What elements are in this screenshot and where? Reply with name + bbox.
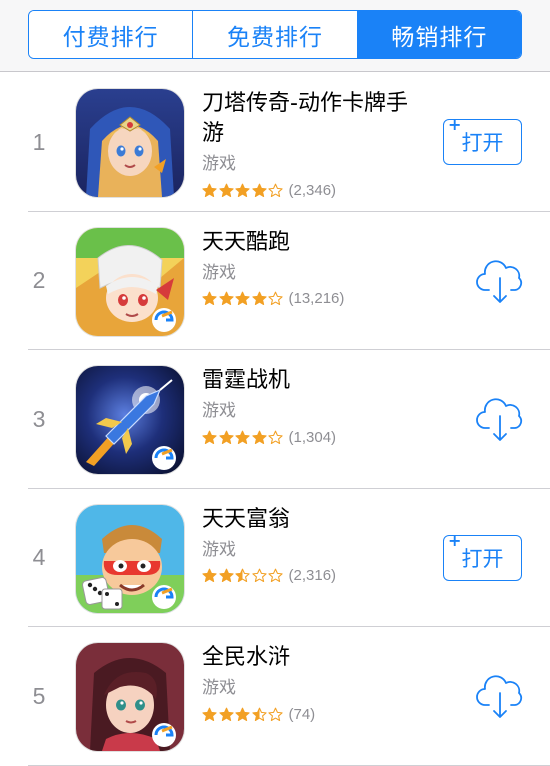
list-item[interactable]: 2 天天酷跑 游戏 (13,216) <box>0 212 550 351</box>
app-rating: (1,304) <box>202 426 422 448</box>
rank-number: 2 <box>32 267 46 294</box>
tiantian-fuweng-icon[interactable] <box>76 504 184 613</box>
app-info: 天天酷跑 游戏 (13,216) <box>202 228 422 310</box>
star-full-icon <box>218 183 234 197</box>
star-full-icon <box>251 430 267 444</box>
leiting-zhanji-icon[interactable] <box>76 366 184 474</box>
rank-number: 4 <box>32 544 46 571</box>
tiantian-kupao-icon[interactable] <box>76 227 184 336</box>
open-button-label: 打开 <box>461 131 504 155</box>
star-rating <box>202 707 285 722</box>
star-full-icon <box>251 291 267 306</box>
rank-number: 3 <box>32 405 46 432</box>
star-half-icon <box>251 707 267 721</box>
app-info: 雷霆战机 游戏 (1,304) <box>202 366 422 448</box>
tab-free-ranking[interactable]: 免费排行 <box>193 11 358 58</box>
app-category: 游戏 <box>202 262 236 283</box>
star-rating <box>202 568 285 583</box>
app-name[interactable]: 雷霆战机 <box>202 366 422 396</box>
app-name[interactable]: 刀塔传奇-动作卡牌手游 <box>202 89 422 149</box>
tab-top-grossing[interactable]: 畅销排行 <box>357 11 521 58</box>
app-ranking-list: 1 刀塔传奇-动作卡牌手游 游戏 (2,346) + 打开 2 天天酷跑 游戏 … <box>0 73 550 766</box>
star-full-icon <box>202 291 217 306</box>
app-name[interactable]: 天天富翁 <box>202 505 422 535</box>
quanmin-shuihu-icon[interactable] <box>76 643 184 751</box>
star-empty-icon <box>251 568 267 583</box>
open-button-label: 打开 <box>461 546 504 571</box>
star-rating <box>202 183 285 198</box>
star-full-icon <box>218 430 234 444</box>
star-full-icon <box>202 183 217 197</box>
plus-icon: + <box>448 115 462 134</box>
app-name[interactable]: 全民水浒 <box>202 643 422 673</box>
rating-count: (13,216) <box>288 290 345 307</box>
star-empty-icon <box>268 430 283 444</box>
rating-count: (2,346) <box>288 181 337 199</box>
rating-count: (1,304) <box>288 428 337 446</box>
star-full-icon <box>202 707 217 721</box>
star-full-icon <box>235 291 250 306</box>
cloud-download-icon[interactable] <box>475 394 525 444</box>
app-category: 游戏 <box>202 154 236 174</box>
app-category: 游戏 <box>202 678 236 698</box>
star-empty-icon <box>268 291 283 306</box>
dota-legend-icon[interactable] <box>76 89 184 197</box>
star-full-icon <box>235 707 250 721</box>
app-category: 游戏 <box>202 401 236 421</box>
plus-icon: + <box>448 530 462 550</box>
list-item[interactable]: 1 刀塔传奇-动作卡牌手游 游戏 (2,346) + 打开 <box>0 73 550 212</box>
star-full-icon <box>218 291 234 306</box>
list-item[interactable]: 5 全民水浒 游戏 (74) <box>0 627 550 766</box>
rating-count: (2,316) <box>288 567 337 584</box>
rank-number: 5 <box>32 682 46 709</box>
app-rating: (2,346) <box>202 179 422 201</box>
star-full-icon <box>235 183 250 197</box>
app-info: 刀塔传奇-动作卡牌手游 游戏 (2,346) <box>202 89 422 201</box>
cloud-download-icon[interactable] <box>475 256 525 306</box>
star-full-icon <box>251 183 267 197</box>
star-full-icon <box>218 568 234 583</box>
app-rating: (2,316) <box>202 565 422 587</box>
open-button[interactable]: + 打开 <box>443 530 522 581</box>
app-info: 全民水浒 游戏 (74) <box>202 643 422 725</box>
star-full-icon <box>235 430 250 444</box>
cloud-download-icon[interactable] <box>475 671 525 721</box>
rating-count: (74) <box>288 705 316 723</box>
list-item[interactable]: 3 雷霆战机 游戏 (1,304) <box>0 350 550 489</box>
open-button[interactable]: + 打开 <box>443 115 522 165</box>
star-half-icon <box>235 568 250 583</box>
star-empty-icon <box>268 707 283 721</box>
top-bar: 付费排行 免费排行 畅销排行 <box>0 0 550 72</box>
app-rating: (13,216) <box>202 288 422 310</box>
star-empty-icon <box>268 568 283 583</box>
rank-number: 1 <box>32 128 46 155</box>
star-full-icon <box>202 430 217 444</box>
ranking-segmented-control: 付费排行 免费排行 畅销排行 <box>28 10 522 59</box>
app-info: 天天富翁 游戏 (2,316) <box>202 505 422 587</box>
app-name[interactable]: 天天酷跑 <box>202 228 422 258</box>
app-category: 游戏 <box>202 539 236 560</box>
star-full-icon <box>218 707 234 721</box>
star-empty-icon <box>268 183 283 197</box>
star-rating <box>202 291 285 306</box>
star-full-icon <box>202 568 217 583</box>
list-item[interactable]: 4 天天富翁 游戏 (2,316) + 打开 <box>0 489 550 628</box>
app-rating: (74) <box>202 703 422 725</box>
tab-paid-ranking[interactable]: 付费排行 <box>29 11 194 58</box>
star-rating <box>202 430 285 445</box>
